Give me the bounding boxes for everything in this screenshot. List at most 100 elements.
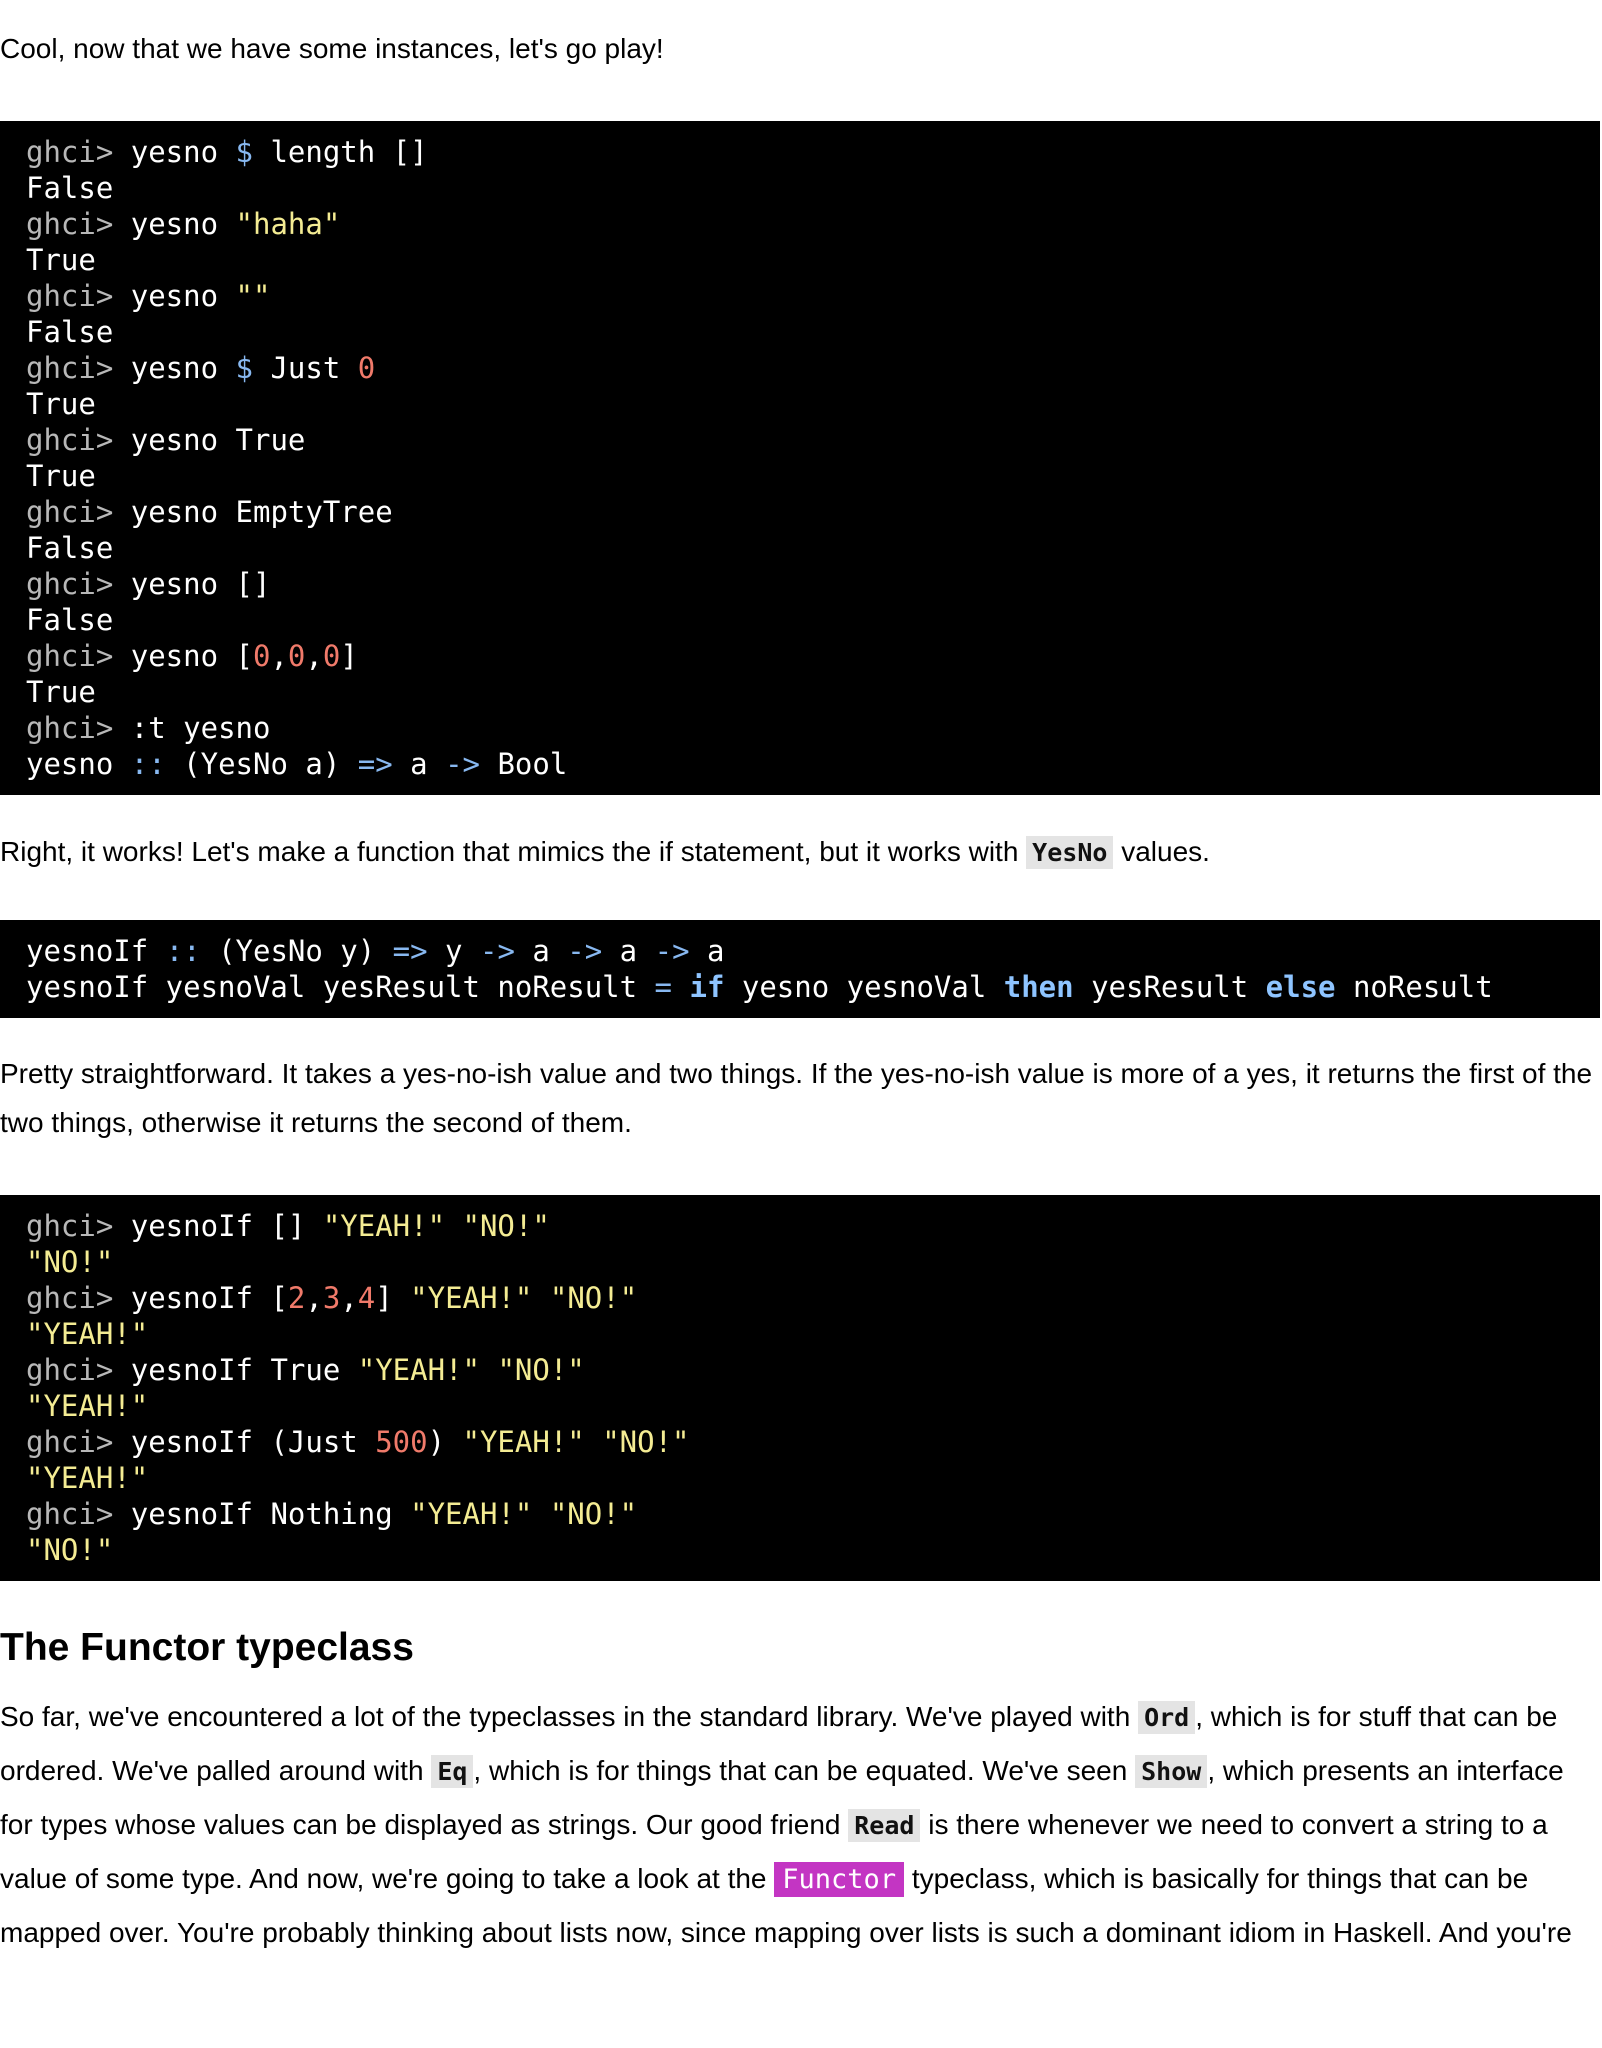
code-token: a	[514, 934, 568, 968]
code-line: False	[26, 602, 1574, 638]
operator-token: ->	[445, 747, 480, 781]
string-token: "NO!"	[26, 1533, 114, 1567]
eq-inline-code: Eq	[431, 1755, 474, 1788]
code-line: ghci> yesno True	[26, 422, 1574, 458]
code-line: "YEAH!"	[26, 1316, 1574, 1352]
operator-token: ->	[654, 934, 690, 968]
operator-token: $	[235, 351, 253, 385]
string-token: "YEAH!"	[322, 1209, 446, 1243]
number-token: 0	[287, 639, 306, 673]
code-token: a	[392, 747, 446, 781]
yesnoif-intro-text-before: Right, it works! Let's make a function t…	[0, 836, 1027, 867]
yesnoif-explanation-paragraph: Pretty straightforward. It takes a yes-n…	[0, 1058, 1593, 1138]
operator-token: =>	[392, 934, 428, 968]
code-block-yesno-examples: ghci> yesno $ length [] False ghci> yesno …	[0, 121, 1600, 795]
code-token: False	[26, 531, 114, 565]
code-token: ,	[270, 639, 288, 673]
prompt-token: ghci>	[26, 567, 131, 601]
number-token: 2	[287, 1281, 306, 1315]
string-token: "NO!"	[462, 1209, 550, 1243]
functor-text-1: So far, we've encountered a lot of the t…	[0, 1701, 1139, 1732]
code-block-yesnoif-definition: yesnoIf :: (YesNo y) => y -> a -> a -> a…	[0, 920, 1600, 1018]
prompt-token: ghci>	[26, 711, 131, 745]
number-token: 0	[252, 639, 271, 673]
code-token: yesno True	[130, 423, 306, 457]
code-line: True	[26, 458, 1574, 494]
code-line: yesno :: (YesNo a) => a -> Bool	[26, 746, 1574, 782]
code-token: yesno	[130, 279, 236, 313]
string-token: "YEAH!"	[26, 1389, 149, 1423]
read-inline-code: Read	[848, 1809, 921, 1842]
code-token: yesno yesnoVal	[724, 970, 1004, 1004]
code-token: Just	[253, 351, 358, 385]
code-token: yesnoIf []	[130, 1209, 323, 1243]
string-token: "YEAH!"	[462, 1425, 585, 1459]
functor-text-3: , which is for things that can be equate…	[473, 1755, 1136, 1786]
prompt-token: ghci>	[26, 1209, 131, 1243]
yesnoif-intro-text-after: values.	[1113, 836, 1210, 867]
code-line: yesnoIf :: (YesNo y) => y -> a -> a -> a	[26, 933, 1574, 969]
code-token: yesno [	[130, 639, 253, 673]
code-token: yesnoIf	[26, 934, 166, 968]
code-token: (YesNo y)	[200, 934, 393, 968]
code-line: ghci> yesnoIf (Just 500) "YEAH!" "NO!"	[26, 1424, 1574, 1460]
code-token: yesno	[130, 207, 236, 241]
number-token: 4	[357, 1281, 376, 1315]
code-line: ghci> yesno $ length []	[26, 134, 1574, 170]
prompt-token: ghci>	[26, 351, 131, 385]
operator-token: $	[235, 135, 253, 169]
code-token: yesnoIf (Just	[130, 1425, 376, 1459]
code-token: yesno	[26, 747, 131, 781]
code-token: Bool	[479, 747, 568, 781]
string-token: "YEAH!"	[26, 1461, 149, 1495]
code-token: )	[427, 1425, 463, 1459]
string-token: "haha"	[235, 207, 341, 241]
code-token: yesno	[130, 351, 236, 385]
prompt-token: ghci>	[26, 639, 131, 673]
yesnoif-intro-paragraph: Right, it works! Let's make a function t…	[0, 825, 1600, 879]
keyword-token: else	[1265, 970, 1336, 1004]
code-token: True	[26, 387, 96, 421]
code-line: False	[26, 314, 1574, 350]
code-line: ghci> yesno $ Just 0	[26, 350, 1574, 386]
code-line: ghci> yesnoIf Nothing "YEAH!" "NO!"	[26, 1496, 1574, 1532]
code-token: yesnoIf Nothing	[130, 1497, 411, 1531]
code-line: False	[26, 530, 1574, 566]
functor-intro-paragraph: So far, we've encountered a lot of the t…	[0, 1690, 1600, 1959]
code-line: ghci> yesno [0,0,0]	[26, 638, 1574, 674]
code-token: yesnoIf True	[130, 1353, 358, 1387]
code-token: yesno EmptyTree	[130, 495, 393, 529]
code-token: a	[602, 934, 655, 968]
code-token: ,	[340, 1281, 358, 1315]
prompt-token: ghci>	[26, 207, 131, 241]
operator-token: ->	[567, 934, 603, 968]
code-line: False	[26, 170, 1574, 206]
code-token: True	[26, 243, 96, 277]
code-token: yesno []	[130, 567, 271, 601]
number-token: 0	[357, 351, 376, 385]
ord-inline-code: Ord	[1138, 1701, 1196, 1734]
prompt-token: ghci>	[26, 279, 131, 313]
code-token: False	[26, 603, 114, 637]
number-token: 3	[322, 1281, 341, 1315]
string-token: ""	[235, 279, 271, 313]
code-line: ghci> yesnoIf [2,3,4] "YEAH!" "NO!"	[26, 1280, 1574, 1316]
string-token: "NO!"	[497, 1353, 585, 1387]
keyword-token: if	[689, 970, 725, 1004]
code-token: :t yesno	[130, 711, 271, 745]
code-token: yesnoIf [	[130, 1281, 288, 1315]
code-token: ,	[305, 1281, 323, 1315]
functor-section-heading: The Functor typeclass	[0, 1626, 414, 1669]
code-token: ]	[375, 1281, 411, 1315]
operator-token: ::	[165, 934, 201, 968]
functor-highlighted-code: Functor	[774, 1862, 905, 1897]
string-token: "NO!"	[602, 1425, 690, 1459]
prompt-token: ghci>	[26, 1281, 131, 1315]
code-token: ]	[340, 639, 358, 673]
string-token: "YEAH!"	[410, 1497, 533, 1531]
code-line: True	[26, 674, 1574, 710]
